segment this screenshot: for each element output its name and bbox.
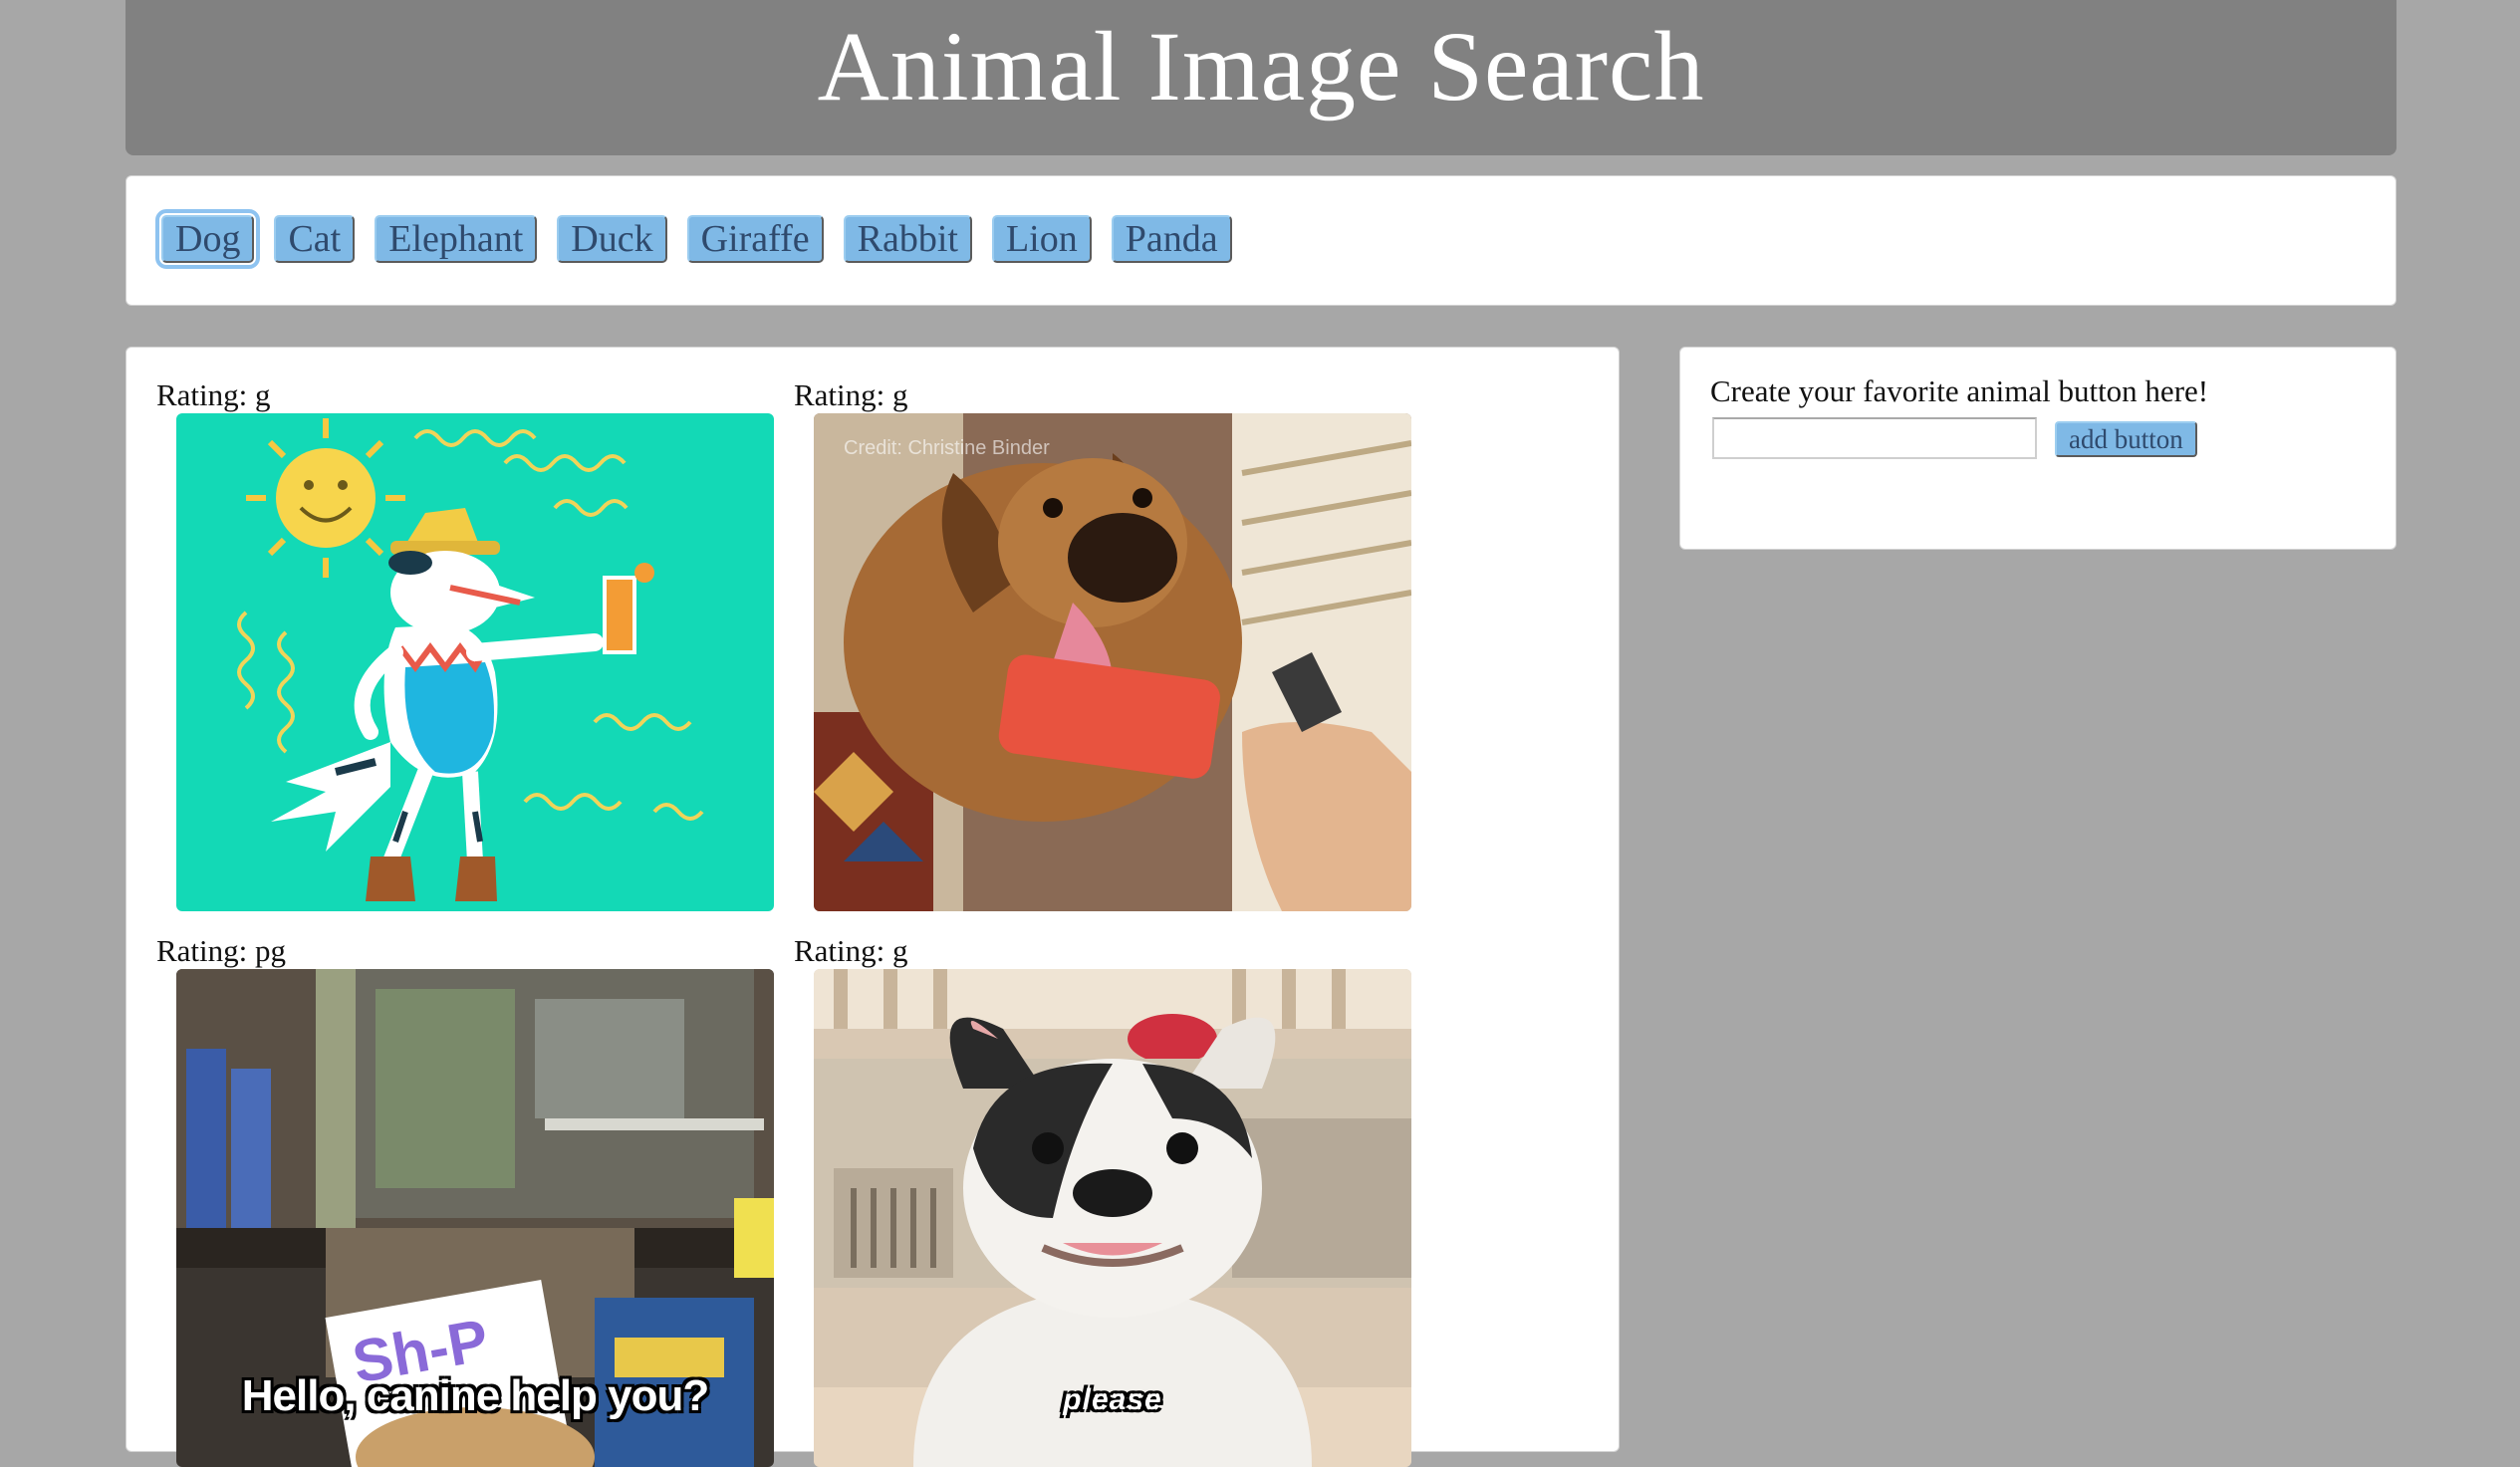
panda-button[interactable]: Panda [1111,215,1232,263]
giraffe-button[interactable]: Giraffe [686,215,824,263]
rating-label: Rating: g [794,377,908,412]
gif-image[interactable] [176,413,774,911]
cartoon-dog-dancing-gif [176,413,774,911]
gif-image[interactable]: Sh-P Hello, canine help you? [176,969,774,1467]
result-item: Rating: g [794,377,1431,911]
result-item: Rating: pg Sh-P Hello, canine help you? [156,933,794,1467]
results-panel: Rating: g Rating: g Credit: Christine Bi… [126,347,1620,1467]
animal-buttons-panel: Dog Cat Elephant Duck Giraffe Rabbit Lio… [126,175,2396,306]
dog-licking-popsicle-gif [814,413,1411,911]
page-header: Animal Image Search [126,0,2396,155]
add-button[interactable]: add button [2055,421,2197,457]
result-item: Rating: g [794,933,1431,1467]
duck-button[interactable]: Duck [557,215,667,263]
rating-label: Rating: pg [156,933,287,968]
rating-label: Rating: g [156,377,271,412]
gif-caption: please [1063,1383,1162,1416]
image-watermark: Credit: Christine Binder [844,437,1050,459]
rabbit-button[interactable]: Rabbit [843,215,972,263]
animal-name-input[interactable] [1712,417,2037,459]
create-button-label: Create your favorite animal button here! [1710,373,2209,408]
dog-button[interactable]: Dog [154,209,261,269]
gif-image[interactable]: please [814,969,1411,1467]
lion-button[interactable]: Lion [991,215,1092,263]
create-button-panel: Create your favorite animal button here!… [1679,347,2396,550]
result-item: Rating: g [156,377,794,911]
elephant-button[interactable]: Elephant [375,215,538,263]
page-title: Animal Image Search [817,10,1705,122]
cat-button[interactable]: Cat [274,215,356,263]
animal-button-row: Dog Cat Elephant Duck Giraffe Rabbit Lio… [154,209,1252,269]
gif-caption: Hello, canine help you? [241,1371,709,1420]
rating-label: Rating: g [794,933,908,968]
gif-image[interactable]: Credit: Christine Binder [814,413,1411,911]
